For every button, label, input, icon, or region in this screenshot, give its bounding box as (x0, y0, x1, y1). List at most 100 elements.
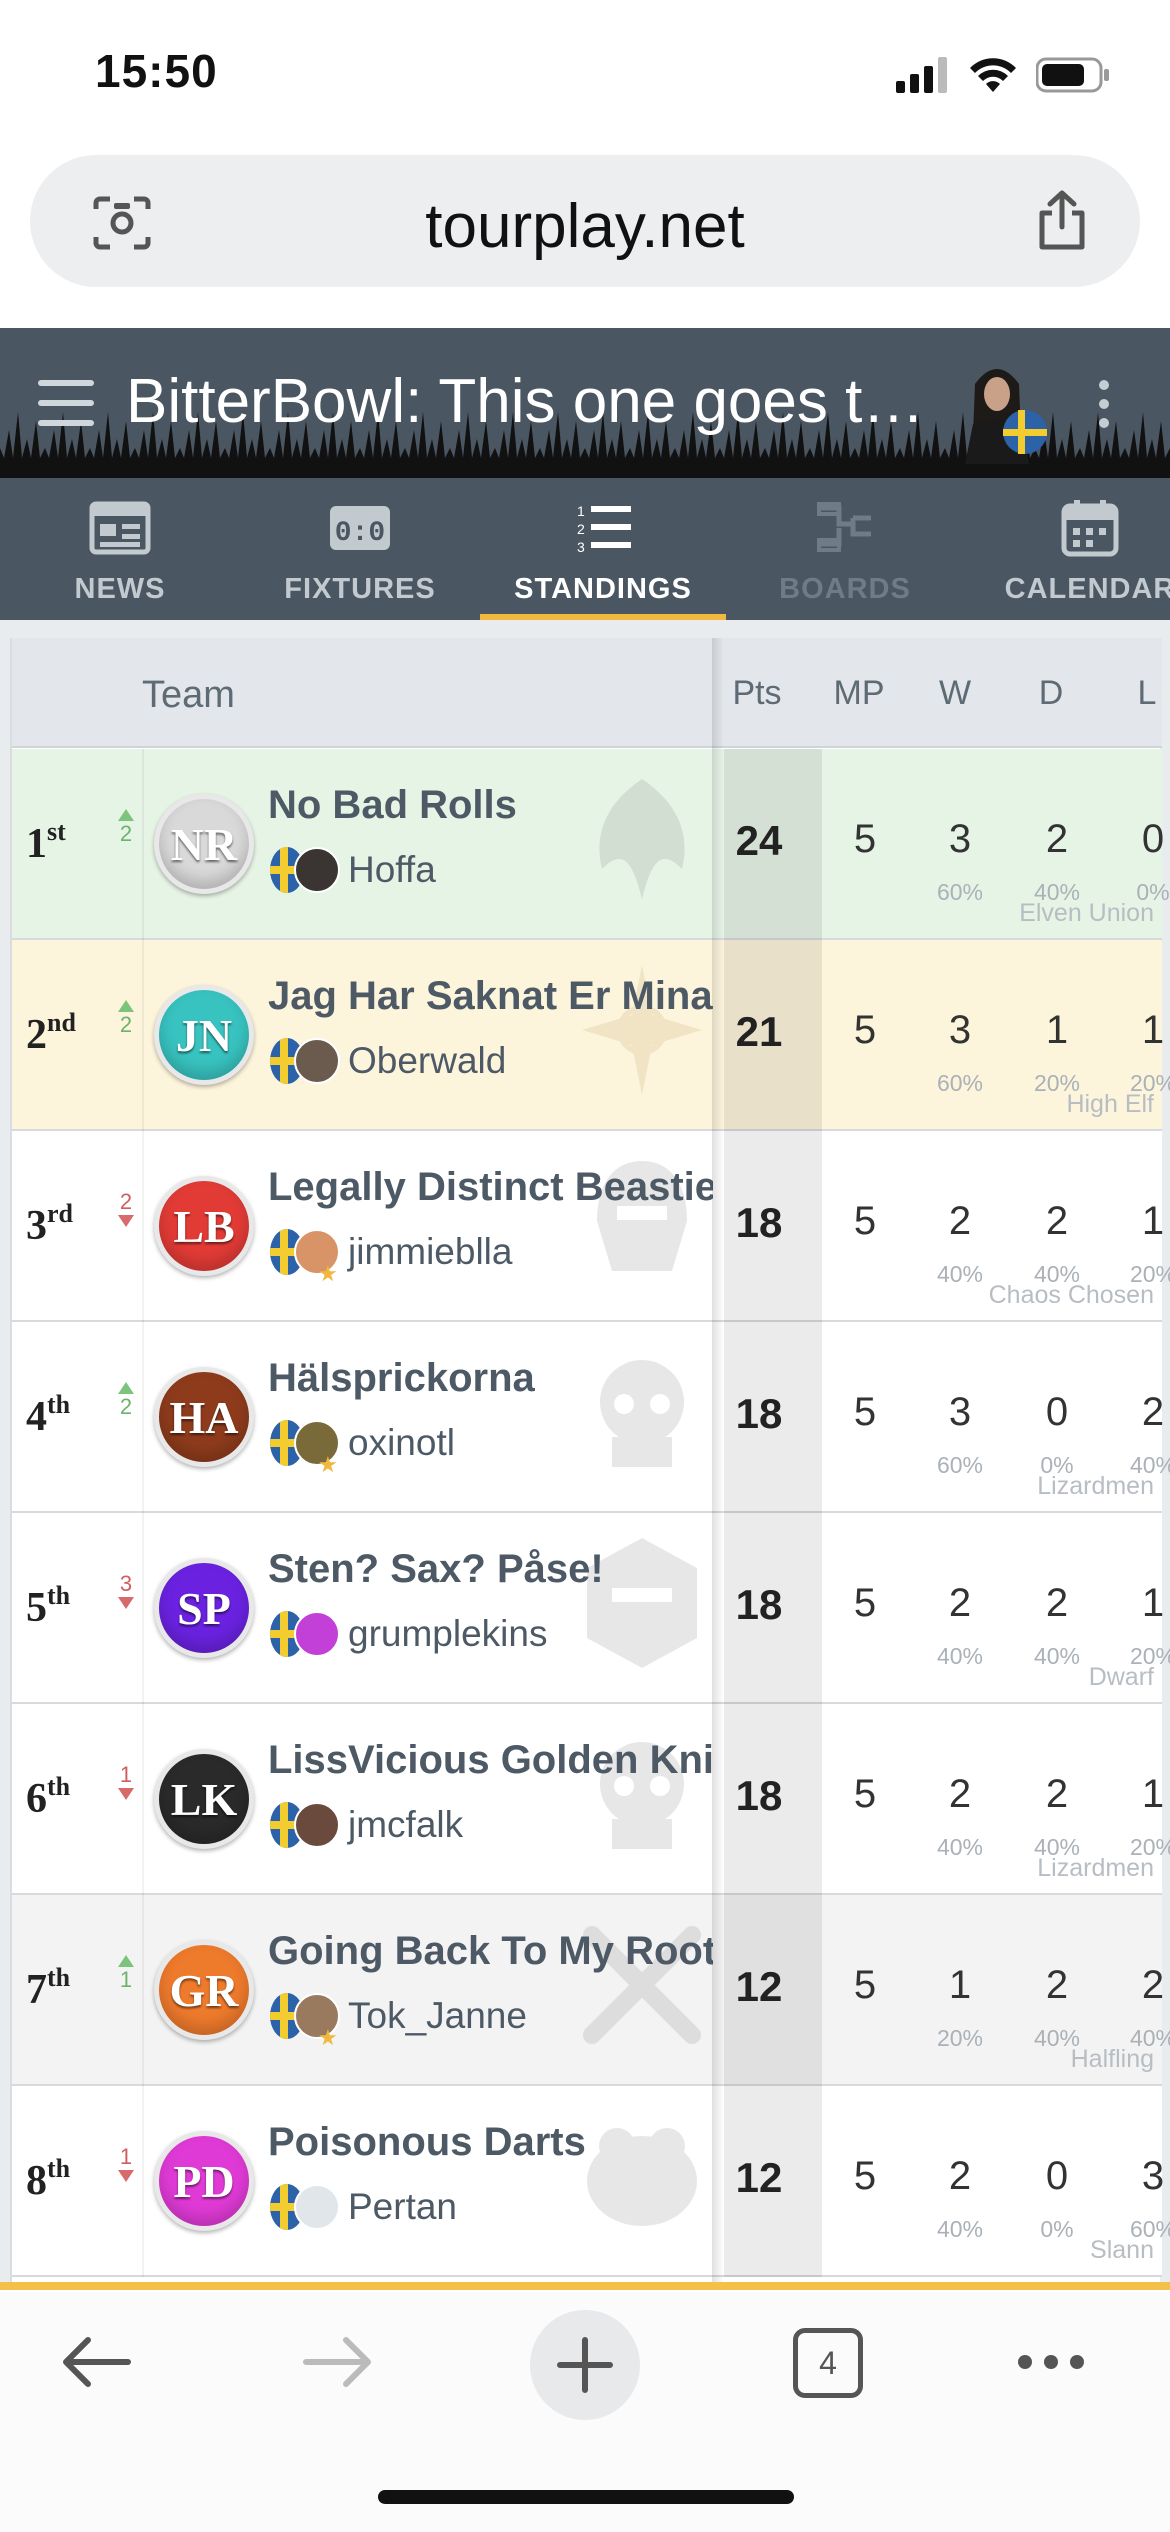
wins-percent: 60% (936, 879, 984, 905)
header-l[interactable]: L (1112, 674, 1170, 713)
header-w[interactable]: W (920, 674, 990, 713)
standings-table-container[interactable]: Team Pts MP W D L 1st 2 NR No Bad Rolls Hoff… (0, 620, 1170, 2290)
rank: 4th (26, 1390, 70, 1441)
user-avatar[interactable] (955, 354, 1055, 464)
standings-row[interactable]: 8th 1 PD Poisonous Darts Pertan Slann 12 5 2 40% 0… (12, 2086, 1170, 2277)
status-time: 15:50 (95, 45, 218, 97)
wins: 2 (948, 1772, 972, 1816)
team-name[interactable]: Sten? Sax? Påse! (268, 1547, 713, 1592)
team-logo[interactable]: PD (154, 2131, 254, 2231)
wins: 3 (948, 817, 972, 861)
team-logo[interactable]: HA (154, 1367, 254, 1467)
standings-row[interactable]: 4th 2 HA Hälsprickorna ★ oxinotl Lizardmen 18 5 3… (12, 1322, 1170, 1513)
position-change: 2 (116, 1000, 136, 1036)
position-change: 2 (116, 1191, 136, 1227)
coach[interactable]: Pertan (270, 2182, 457, 2232)
team-logo[interactable]: LK (154, 1749, 254, 1849)
team-initials: LK (170, 1773, 238, 1825)
standings-row[interactable]: 7th 1 GR Going Back To My Roots ★ Tok_Janne Ha… (12, 1895, 1170, 2086)
header-pts[interactable]: Pts (722, 674, 792, 713)
standings-row[interactable]: 5th 3 SP Sten? Sax? Påse! grumplekins Dwarf 18… (12, 1513, 1170, 1704)
team-name[interactable]: No Bad Rolls (268, 783, 713, 828)
rank-suffix: th (47, 2154, 71, 2183)
standings-row[interactable]: 2nd 2 JN Jag Har Saknat Er Mina Oberwald High… (12, 940, 1170, 1131)
draws-percent: 0% (1040, 2216, 1074, 2242)
coach[interactable]: ★ Tok_Janne (270, 1991, 527, 2050)
position-change-value: 2 (119, 1394, 133, 1419)
rank-number: 1 (26, 821, 47, 867)
team-name[interactable]: Hälsprickorna (268, 1356, 713, 1401)
team-name[interactable]: Legally Distinct Beastie (268, 1165, 713, 1210)
calendar-icon (1061, 500, 1119, 557)
draws: 2 (1045, 817, 1069, 861)
header-mp[interactable]: MP (824, 674, 894, 713)
divider (142, 1513, 144, 1704)
new-tab-button[interactable] (530, 2310, 640, 2420)
tab-boards[interactable]: BOARDS (770, 478, 920, 620)
losses: 1 (1141, 1581, 1165, 1625)
arrow-down-icon (118, 1597, 134, 1609)
standings-row[interactable]: 6th 1 LK LissVicious Golden Knig jmcfalk Liza… (12, 1704, 1170, 1895)
coach[interactable]: jmcfalk (270, 1800, 463, 1850)
position-change-value: 2 (119, 1012, 133, 1037)
more-menu-icon[interactable] (1015, 2352, 1087, 2372)
coach[interactable]: ★ jimmieblla (270, 1227, 512, 1286)
coach[interactable]: grumplekins (270, 1609, 547, 1659)
star-icon: ★ (318, 2025, 338, 2050)
tab-standings[interactable]: 1 2 3 STANDINGS (480, 478, 726, 620)
team-logo[interactable]: GR (154, 1940, 254, 2040)
standings-row[interactable]: 1st 2 NR No Bad Rolls Hoffa Elven Union 24 5 3 60… (12, 749, 1170, 940)
boards-icon (817, 502, 871, 552)
rank: 7th (26, 1963, 70, 2014)
team-name[interactable]: Jag Har Saknat Er Mina (268, 974, 713, 1019)
matches-played: 5 (853, 2154, 877, 2198)
tab-fixtures[interactable]: 0:0 FIXTURES (270, 478, 450, 620)
wins-percent: 40% (936, 1834, 984, 1860)
header-d[interactable]: D (1016, 674, 1086, 713)
team-logo[interactable]: NR (154, 794, 254, 894)
position-change: 2 (116, 1382, 136, 1418)
losses: 3 (1141, 2154, 1165, 2198)
draws-percent: 40% (1033, 2025, 1081, 2051)
tab-calendar[interactable]: CALENDAR (990, 478, 1170, 620)
team-logo[interactable]: JN (154, 985, 254, 1085)
header-team[interactable]: Team (142, 674, 235, 717)
coach-name: oxinotl (348, 1422, 455, 1463)
svg-text:3: 3 (577, 539, 585, 555)
fixtures-icon: 0:0 (330, 506, 390, 550)
team-logo[interactable]: LB (154, 1176, 254, 1276)
back-arrow-icon[interactable] (58, 2334, 132, 2390)
table-header: Team Pts MP W D L (12, 638, 1162, 748)
standings-row[interactable]: 3rd 2 LB Legally Distinct Beastie ★ jimmiebll… (12, 1131, 1170, 1322)
forward-arrow-icon[interactable] (302, 2334, 376, 2390)
team-name[interactable]: LissVicious Golden Knig (268, 1738, 713, 1783)
matches-played: 5 (853, 1199, 877, 1243)
coach[interactable]: Oberwald (270, 1036, 506, 1086)
points: 12 (735, 1963, 783, 2010)
points: 18 (735, 1199, 783, 1246)
rank-number: 7 (26, 1967, 47, 2013)
losses-percent: 0% (1136, 879, 1170, 905)
losses-percent: 20% (1129, 1070, 1170, 1096)
points: 21 (735, 1008, 783, 1055)
team-name[interactable]: Going Back To My Roots (268, 1929, 713, 1974)
share-icon[interactable] (1034, 189, 1090, 251)
team-name[interactable]: Poisonous Darts (268, 2120, 713, 2165)
wins-percent: 40% (936, 1643, 984, 1669)
url-text[interactable]: tourplay.net (30, 191, 1140, 262)
tab-news[interactable]: NEWS (40, 478, 200, 620)
team-logo[interactable]: SP (154, 1558, 254, 1658)
position-change-value: 2 (119, 1189, 133, 1214)
coach[interactable]: ★ oxinotl (270, 1418, 455, 1477)
coach[interactable]: Hoffa (270, 845, 436, 895)
svg-text:1: 1 (577, 503, 585, 519)
tab-switcher-button[interactable]: 4 (793, 2328, 863, 2398)
draws-percent: 40% (1033, 879, 1081, 905)
losses: 0 (1141, 817, 1165, 861)
menu-icon[interactable] (38, 380, 94, 426)
more-options-icon[interactable] (1094, 380, 1114, 436)
tab-label: NEWS (74, 573, 166, 605)
arrow-down-icon (118, 1215, 134, 1227)
address-bar[interactable]: tourplay.net (30, 155, 1140, 287)
wins: 2 (948, 1581, 972, 1625)
